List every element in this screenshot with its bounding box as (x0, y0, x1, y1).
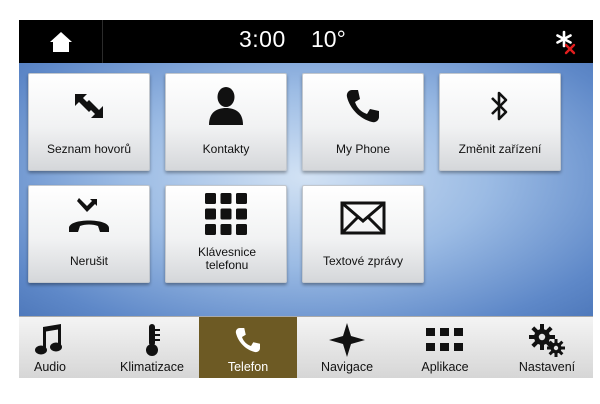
tile-label: Seznam hovorů (46, 142, 132, 156)
phone-icon (235, 328, 260, 353)
status-bar: 3:00 10° (19, 20, 593, 63)
nav-settings[interactable]: Nastavení (506, 317, 588, 378)
gears-icon (529, 324, 565, 357)
tile-label: Nerušit (69, 254, 108, 268)
nav-label: Klimatizace (120, 360, 184, 374)
screen: 3:00 10° Seznam hovorů Kontakty My Phone… (19, 20, 593, 378)
bluetooth-icon (491, 91, 508, 121)
tile-contacts[interactable]: Kontakty (165, 73, 287, 171)
thermometer-icon (146, 324, 160, 356)
nav-label: Audio (34, 360, 66, 374)
tile-my-phone[interactable]: My Phone (302, 73, 424, 171)
home-icon (49, 31, 72, 52)
tile-label: Textové zprávy (322, 254, 404, 268)
tile-label: Klávesnice telefonu (197, 245, 257, 272)
do-not-disturb-icon (69, 198, 109, 232)
temperature: 10° (311, 26, 346, 52)
tile-label: Kontakty (202, 142, 250, 156)
compass-star-icon (329, 323, 365, 357)
call-history-icon (75, 94, 103, 118)
nav-label: Aplikace (421, 360, 469, 374)
nav-navigation[interactable]: Navigace (309, 317, 385, 378)
home-button[interactable] (19, 20, 103, 63)
tile-label: My Phone (335, 142, 391, 156)
tile-phone-keypad[interactable]: Klávesnice telefonu (165, 185, 287, 283)
nav-audio[interactable]: Audio (19, 317, 81, 378)
nav-phone[interactable]: Telefon (199, 317, 297, 378)
phone-icon (346, 90, 379, 123)
nav-apps[interactable]: Aplikace (403, 317, 487, 378)
keypad-icon (205, 193, 247, 235)
tile-do-not-disturb[interactable]: Nerušit (28, 185, 150, 283)
nav-climate[interactable]: Klimatizace (104, 317, 200, 378)
apps-grid-icon (426, 328, 463, 351)
nav-label: Navigace (320, 360, 374, 374)
envelope-icon (340, 201, 386, 235)
nav-label: Nastavení (518, 360, 576, 374)
music-note-icon (35, 324, 62, 355)
nav-label: Telefon (227, 360, 269, 374)
tile-text-messages[interactable]: Textové zprávy (302, 185, 424, 283)
phone-menu: Seznam hovorů Kontakty My Phone Změnit z… (19, 63, 593, 316)
contact-icon (209, 87, 243, 125)
bottom-navigation: Audio Klimatizace Telefon Navigace Aplik… (19, 316, 593, 378)
tile-call-history[interactable]: Seznam hovorů (28, 73, 150, 171)
tile-change-device[interactable]: Změnit zařízení (439, 73, 561, 171)
bluetooth-disconnected-icon (556, 30, 576, 55)
tile-label: Změnit zařízení (458, 142, 542, 156)
clock: 3:00 (239, 26, 286, 52)
